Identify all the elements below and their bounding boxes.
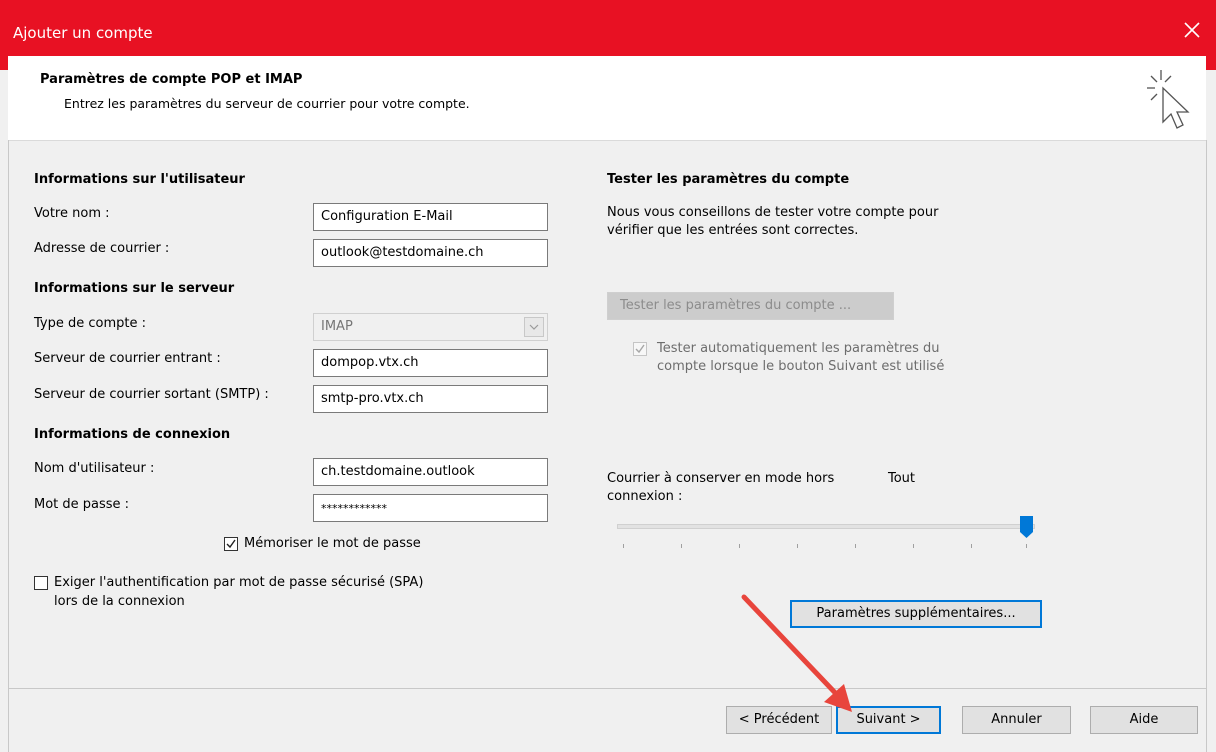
auto-test-checkbox[interactable]	[633, 342, 647, 356]
test-desc-line2: vérifier que les entrées sont correctes.	[607, 223, 859, 238]
chevron-down-icon	[524, 317, 544, 337]
offline-slider-thumb[interactable]	[1020, 516, 1033, 538]
password-field[interactable]: ************	[313, 494, 548, 522]
slider-tick	[855, 544, 856, 548]
server-info-heading: Informations sur le serveur	[34, 281, 235, 296]
spa-checkbox[interactable]	[34, 576, 48, 590]
slider-tick	[739, 544, 740, 548]
dialog-header: Paramètres de compte POP et IMAP Entrez …	[8, 56, 1206, 141]
slider-tick	[1026, 544, 1027, 548]
auto-test-label-line1: Tester automatiquement les paramètres du	[657, 341, 940, 356]
cancel-button[interactable]: Annuler	[962, 706, 1071, 734]
footer-divider	[8, 688, 1206, 689]
name-label: Votre nom :	[34, 206, 110, 221]
window-title: Ajouter un compte	[13, 24, 153, 42]
username-label: Nom d'utilisateur :	[34, 461, 155, 476]
frame-left	[8, 140, 9, 752]
offline-label-line1: Courrier à conserver en mode hors	[607, 471, 835, 486]
next-button[interactable]: Suivant >	[836, 706, 941, 734]
slider-tick	[623, 544, 624, 548]
slider-tick	[913, 544, 914, 548]
offline-label-line2: connexion :	[607, 489, 683, 504]
outgoing-server-field[interactable]: smtp-pro.vtx.ch	[313, 385, 548, 413]
spa-label-line1: Exiger l'authentification par mot de pas…	[54, 575, 424, 590]
incoming-server-field[interactable]: dompop.vtx.ch	[313, 349, 548, 377]
test-heading: Tester les paramètres du compte	[607, 172, 850, 187]
more-settings-button[interactable]: Paramètres supplémentaires...	[790, 600, 1042, 628]
user-info-heading: Informations sur l'utilisateur	[34, 172, 245, 187]
close-icon[interactable]	[1180, 18, 1204, 42]
offline-slider-track[interactable]	[617, 524, 1035, 529]
cursor-click-icon	[1147, 70, 1190, 129]
previous-button[interactable]: < Précédent	[726, 706, 832, 734]
account-type-label: Type de compte :	[34, 316, 146, 331]
outgoing-server-label: Serveur de courrier sortant (SMTP) :	[34, 387, 269, 402]
slider-tick	[971, 544, 972, 548]
offline-value: Tout	[888, 471, 916, 486]
checkmark-icon	[226, 539, 236, 549]
name-field[interactable]: Configuration E-Mail	[313, 203, 548, 231]
incoming-server-label: Serveur de courrier entrant :	[34, 351, 221, 366]
account-type-value: IMAP	[321, 319, 353, 334]
test-account-button[interactable]: Tester les paramètres du compte ...	[607, 292, 894, 320]
username-field[interactable]: ch.testdomaine.outlook	[313, 458, 548, 486]
account-type-dropdown: IMAP	[313, 313, 548, 341]
password-label: Mot de passe :	[34, 497, 130, 512]
email-label: Adresse de courrier :	[34, 241, 170, 256]
checkmark-icon	[635, 344, 645, 354]
page-subtitle: Entrez les paramètres du serveur de cour…	[64, 96, 470, 111]
slider-tick	[681, 544, 682, 548]
login-info-heading: Informations de connexion	[34, 427, 231, 442]
page-title: Paramètres de compte POP et IMAP	[40, 72, 303, 87]
test-desc-line1: Nous vous conseillons de tester votre co…	[607, 205, 939, 220]
frame-right	[1206, 140, 1207, 752]
remember-password-label: Mémoriser le mot de passe	[244, 536, 421, 551]
help-button[interactable]: Aide	[1090, 706, 1198, 734]
remember-password-checkbox[interactable]	[224, 537, 238, 551]
spa-label-line2: lors de la connexion	[54, 594, 185, 609]
email-field[interactable]: outlook@testdomaine.ch	[313, 239, 548, 267]
slider-tick	[797, 544, 798, 548]
auto-test-label-line2: compte lorsque le bouton Suivant est uti…	[657, 359, 945, 374]
